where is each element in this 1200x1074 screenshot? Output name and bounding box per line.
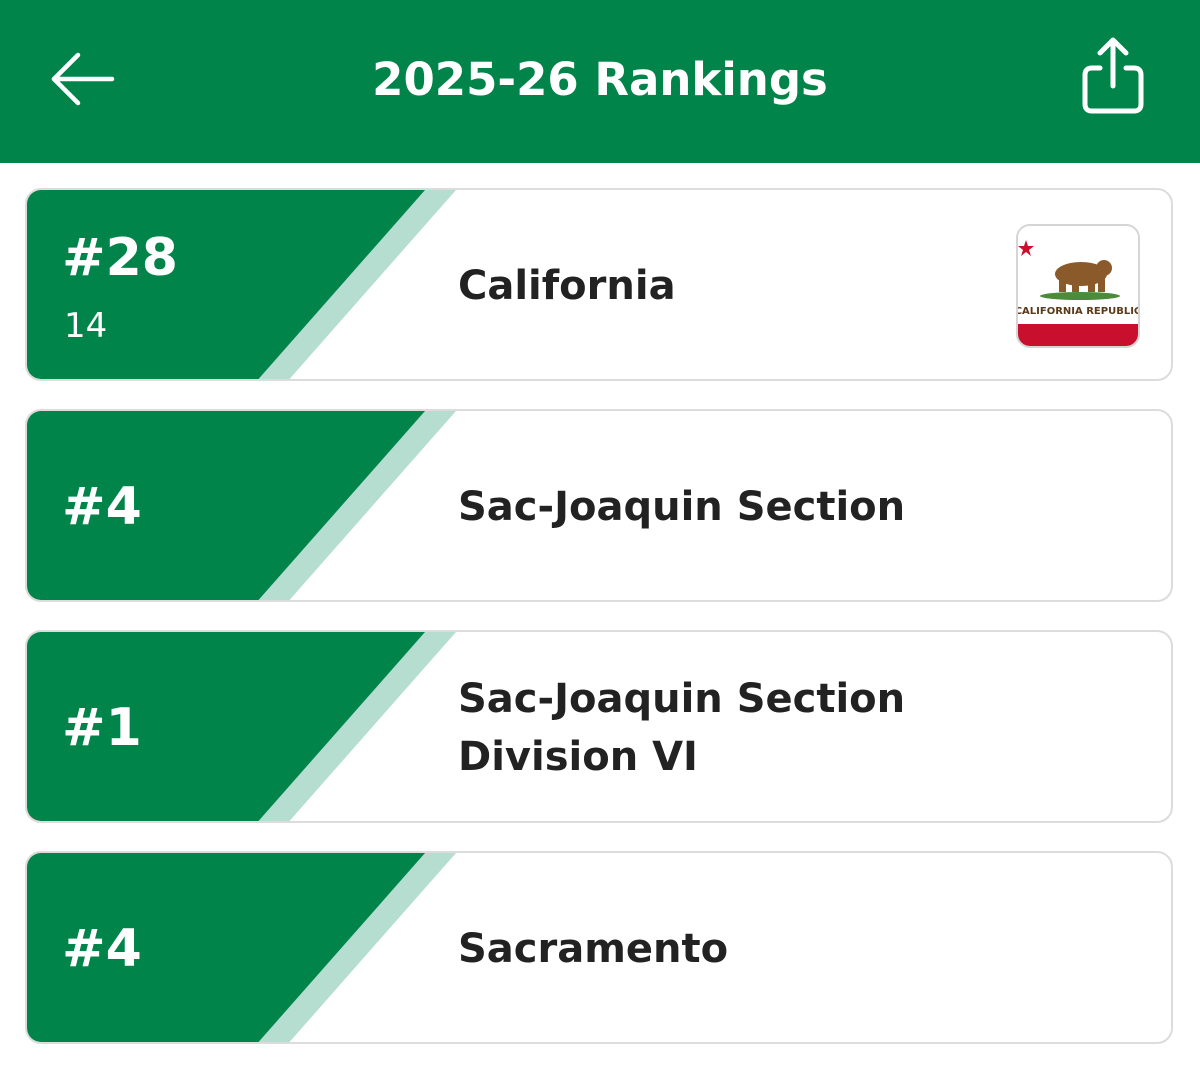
top-bar: 2025-26 Rankings [0, 0, 1200, 163]
ranking-card-sacramento[interactable]: #4 Sacramento [25, 851, 1173, 1044]
arrow-left-icon [51, 52, 115, 106]
rank-number: #28 [62, 228, 178, 288]
page-title: 2025-26 Rankings [372, 53, 828, 106]
ranking-name: California [458, 263, 676, 309]
rank-number: #4 [62, 919, 142, 979]
share-icon [1082, 37, 1144, 114]
share-button[interactable] [1078, 36, 1148, 116]
rank-number: #1 [62, 698, 142, 758]
ranking-name: Sac-Joaquin Section [458, 484, 906, 530]
ranking-card-sac-joaquin-division-vi[interactable]: #1 Sac-Joaquin Section Division VI [25, 630, 1173, 823]
ranking-card-sac-joaquin-section[interactable]: #4 Sac-Joaquin Section [25, 409, 1173, 602]
ranking-name: Sac-Joaquin Section [458, 676, 906, 722]
ranking-card-california[interactable]: #28 14 California CALIFORNIA REPUBLIC [25, 188, 1173, 381]
ranking-name-line2: Division VI [458, 734, 698, 780]
california-flag-icon: CALIFORNIA REPUBLIC [1016, 224, 1140, 348]
ranking-name: Sacramento [458, 926, 729, 972]
rank-number: #4 [62, 477, 142, 537]
back-button[interactable] [48, 50, 118, 110]
rank-subvalue: 14 [64, 306, 108, 346]
flag-text: CALIFORNIA REPUBLIC [1018, 306, 1138, 317]
